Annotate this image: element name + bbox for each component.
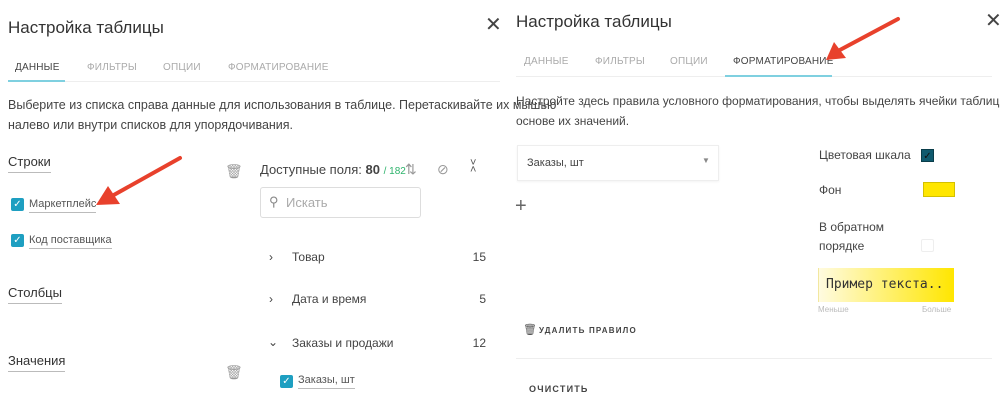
red-arrow-marketplace [96,156,182,205]
red-arrow-formatting-tab [826,17,900,60]
annotation-arrows [96,17,900,205]
